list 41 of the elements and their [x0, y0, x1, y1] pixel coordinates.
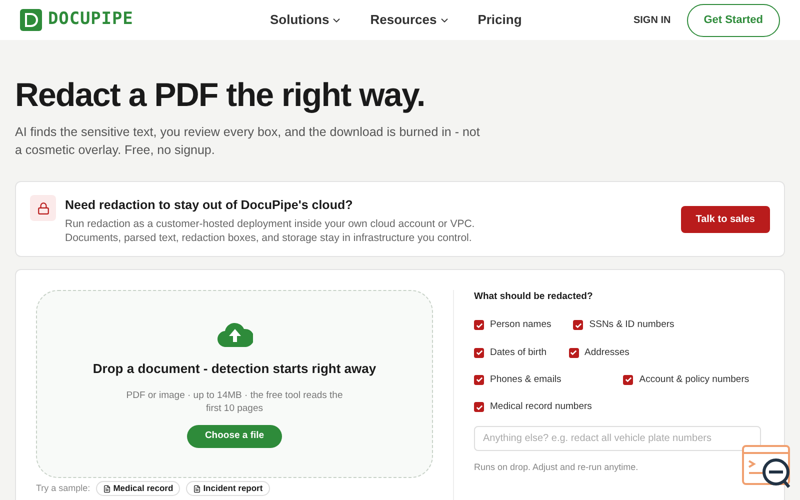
nav-link[interactable]: Pricing [478, 10, 522, 30]
drop-zone[interactable]: Drop a document - detection starts right away PDF or image · up to 14MB · the free tool reads the first 10 pages Choose a file [36, 290, 433, 478]
redaction-option[interactable]: Dates of birth [474, 346, 546, 360]
document-icon [103, 484, 112, 492]
sign-in-link[interactable]: SIGN IN [633, 12, 671, 28]
page-title: Redact a PDF the right way. [15, 78, 426, 111]
redaction-option[interactable]: Medical record numbers [474, 400, 592, 414]
logo-icon [20, 9, 42, 31]
checkbox[interactable] [623, 374, 634, 385]
redaction-option[interactable]: Person names [474, 318, 552, 332]
checkbox[interactable] [568, 348, 578, 358]
logo-text: DOCUPIPE [48, 8, 134, 32]
document-icon [193, 484, 202, 492]
checkbox[interactable] [474, 402, 484, 412]
nav-link[interactable]: Resources [370, 10, 450, 30]
checkbox[interactable] [474, 348, 484, 358]
nav-link[interactable]: Solutions [270, 10, 342, 30]
page-subtitle: AI finds the sensitive text, you review every box, and the download is burned in - not a cosmetic overlay. Free, no signup. [15, 124, 481, 159]
checkbox[interactable] [474, 320, 484, 330]
choose-file-button[interactable]: Choose a file [186, 424, 282, 448]
checkbox[interactable] [573, 320, 584, 330]
redaction-option[interactable]: Addresses [568, 346, 630, 360]
redaction-option[interactable]: SSNs & ID numbers [573, 318, 674, 332]
drop-hint: PDF or image · up to 14MB · the free tool reads the first 10 pages [125, 388, 344, 414]
talk-to-sales-button[interactable]: Talk to sales [680, 206, 770, 232]
chat-widget-icon[interactable] [742, 445, 792, 490]
sample-label: Try a sample: [36, 482, 90, 495]
upload-cloud-icon [216, 321, 252, 347]
redaction-option[interactable]: Phones & emails [474, 372, 562, 387]
notice-title: Need redaction to stay out of DocuPipe's cloud? [65, 197, 354, 214]
sample-chip[interactable]: Incident report [186, 481, 270, 496]
redaction-option[interactable]: Account & policy numbers [623, 372, 750, 387]
options-title: What should be redacted? [474, 290, 594, 304]
sample-chip[interactable]: Medical record [96, 481, 180, 496]
options-note: Runs on drop. Adjust and re-run anytime. [474, 461, 640, 474]
notice-text: Run redaction as a customer-hosted deployment inside your own cloud account or VPC. Documents, parsed text, redaction boxes, and storage stay in infrastructure you control. [65, 216, 476, 245]
lock-icon [30, 195, 56, 221]
extra-redaction-field[interactable]: Anything else? e.g. redact all vehicle plate numbers [474, 426, 761, 452]
drop-title: Drop a document - detection starts right away [92, 360, 376, 378]
checkbox[interactable] [474, 374, 484, 385]
get-started-button[interactable]: Get Started [686, 4, 780, 36]
